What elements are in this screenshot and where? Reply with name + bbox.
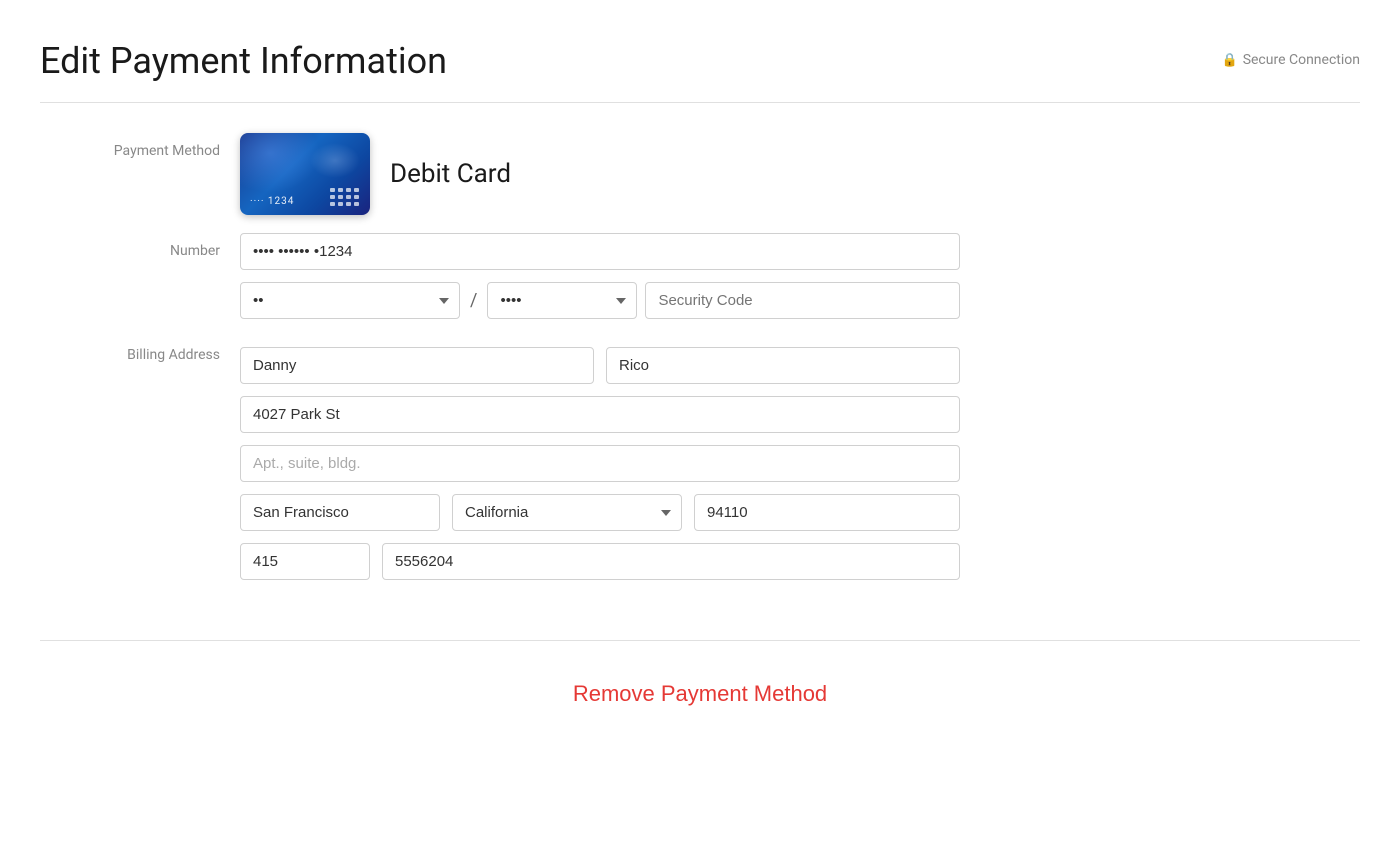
- payment-method-display: ···· 1234: [240, 133, 960, 215]
- payment-method-content: ···· 1234: [240, 133, 960, 215]
- slash-divider: /: [468, 290, 479, 311]
- bottom-section: Remove Payment Method: [40, 641, 1360, 777]
- zip-input[interactable]: [694, 494, 960, 531]
- apt-row: [240, 445, 960, 482]
- number-label: Number: [40, 233, 240, 259]
- card-type-label: Debit Card: [390, 159, 511, 189]
- city-input[interactable]: [240, 494, 440, 531]
- last-name-input[interactable]: [606, 347, 960, 384]
- card-chip-dots: [330, 188, 360, 207]
- street-input[interactable]: [240, 396, 960, 433]
- number-field-content: •• / ••••: [240, 233, 960, 319]
- remove-payment-button[interactable]: Remove Payment Method: [553, 671, 847, 717]
- billing-address-content: California Alabama Alaska Arizona Arkans…: [240, 347, 960, 592]
- card-number-input[interactable]: [240, 233, 960, 270]
- area-code-input[interactable]: [240, 543, 370, 580]
- name-row: [240, 347, 960, 384]
- expiry-year-select[interactable]: ••••: [487, 282, 637, 319]
- card-number-row: Number •• / ••••: [40, 233, 1360, 319]
- billing-address-row: Billing Address California Alabama: [40, 337, 1360, 592]
- secure-connection-indicator: 🔒 Secure Connection: [1222, 40, 1361, 68]
- lock-icon: 🔒: [1222, 53, 1238, 68]
- city-state-zip-row: California Alabama Alaska Arizona Arkans…: [240, 494, 960, 531]
- state-select[interactable]: California Alabama Alaska Arizona Arkans…: [452, 494, 682, 531]
- first-name-input[interactable]: [240, 347, 594, 384]
- apt-input[interactable]: [240, 445, 960, 482]
- expiry-month-select[interactable]: ••: [240, 282, 460, 319]
- payment-form: Payment Method ···· 1234: [40, 103, 1360, 640]
- secure-connection-label: Secure Connection: [1243, 52, 1360, 68]
- page-title: Edit Payment Information: [40, 40, 447, 82]
- payment-method-row: Payment Method ···· 1234: [40, 133, 1360, 215]
- security-code-input[interactable]: [645, 282, 960, 319]
- billing-address-label: Billing Address: [40, 337, 240, 363]
- phone-row: [240, 543, 960, 580]
- street-row: [240, 396, 960, 433]
- phone-number-input[interactable]: [382, 543, 960, 580]
- page-header: Edit Payment Information 🔒 Secure Connec…: [40, 0, 1360, 102]
- payment-method-label: Payment Method: [40, 133, 240, 159]
- number-input-container: [240, 233, 960, 270]
- card-image: ···· 1234: [240, 133, 370, 215]
- expiry-row: •• / ••••: [240, 282, 960, 319]
